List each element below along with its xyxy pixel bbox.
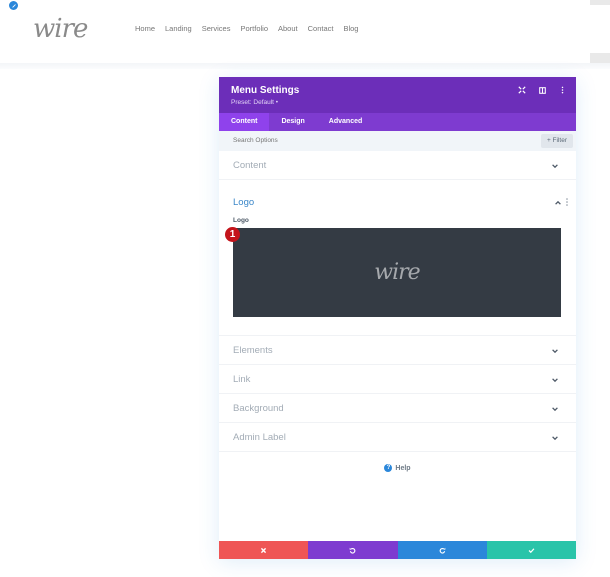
section-content[interactable]: Content: [219, 151, 576, 180]
chevron-down-icon[interactable]: [551, 376, 559, 384]
edit-icon[interactable]: [9, 1, 18, 10]
undo-icon: [350, 547, 356, 554]
logo-preview-image: wire: [374, 260, 420, 285]
section-admin-label[interactable]: Admin Label: [219, 423, 576, 452]
logo-upload-preview[interactable]: wire: [233, 228, 561, 317]
help-icon: ?: [384, 464, 393, 472]
nav-landing[interactable]: Landing: [165, 24, 192, 33]
section-label: Link: [233, 374, 251, 385]
section-label[interactable]: Logo: [233, 197, 254, 208]
more-icon[interactable]: [558, 86, 566, 94]
section-label: Elements: [233, 345, 273, 356]
chevron-down-icon[interactable]: [551, 434, 559, 442]
section-more-icon[interactable]: [566, 198, 568, 206]
help-label: Help: [395, 464, 411, 472]
chevron-down-icon[interactable]: [551, 347, 559, 355]
cancel-button[interactable]: [219, 541, 309, 559]
save-button[interactable]: [486, 541, 576, 559]
search-options-input[interactable]: [233, 131, 483, 151]
nav-contact[interactable]: Contact: [308, 24, 334, 33]
header-divider: [0, 63, 610, 69]
chevron-down-icon[interactable]: [551, 405, 559, 413]
redo-icon: [439, 547, 445, 554]
modal-footer: [219, 541, 576, 559]
search-row: + Filter: [219, 131, 576, 151]
redo-button[interactable]: [397, 541, 487, 559]
site-logo[interactable]: wire: [33, 14, 88, 44]
undo-button[interactable]: [308, 541, 398, 559]
logo-field-label: Logo: [233, 217, 249, 224]
split-view-icon[interactable]: [538, 86, 546, 94]
nav-portfolio[interactable]: Portfolio: [240, 24, 268, 33]
fullscreen-icon[interactable]: [518, 86, 526, 94]
modal-header[interactable]: Menu Settings Preset: Default •: [219, 77, 576, 113]
site-nav: Home Landing Services Portfolio About Co…: [135, 24, 358, 33]
section-elements[interactable]: Elements: [219, 336, 576, 365]
filter-button[interactable]: + Filter: [540, 134, 573, 148]
section-link[interactable]: Link: [219, 365, 576, 394]
step-badge: 1: [225, 227, 240, 242]
close-icon: [261, 547, 267, 553]
tab-design[interactable]: Design: [269, 113, 316, 131]
nav-blog[interactable]: Blog: [343, 24, 358, 33]
chevron-up-icon[interactable]: [554, 199, 562, 207]
tab-bar: Content Design Advanced: [219, 113, 576, 131]
help-link[interactable]: ? Help: [219, 464, 576, 472]
section-label: Background: [233, 403, 284, 414]
menu-settings-modal: Menu Settings Preset: Default • Content …: [219, 77, 576, 559]
site-header: wire Home Landing Services Portfolio Abo…: [0, 0, 590, 63]
chevron-down-icon[interactable]: [551, 162, 559, 170]
nav-about[interactable]: About: [278, 24, 298, 33]
nav-home[interactable]: Home: [135, 24, 155, 33]
section-label: Content: [233, 160, 267, 171]
preset-selector[interactable]: Preset: Default •: [231, 99, 576, 106]
nav-services[interactable]: Services: [202, 24, 231, 33]
check-icon: [528, 547, 535, 553]
section-logo: Logo Logo wire 1: [219, 180, 576, 336]
tab-content[interactable]: Content: [219, 113, 270, 131]
tab-advanced[interactable]: Advanced: [317, 113, 374, 131]
section-background[interactable]: Background: [219, 394, 576, 423]
section-label: Admin Label: [233, 432, 286, 443]
